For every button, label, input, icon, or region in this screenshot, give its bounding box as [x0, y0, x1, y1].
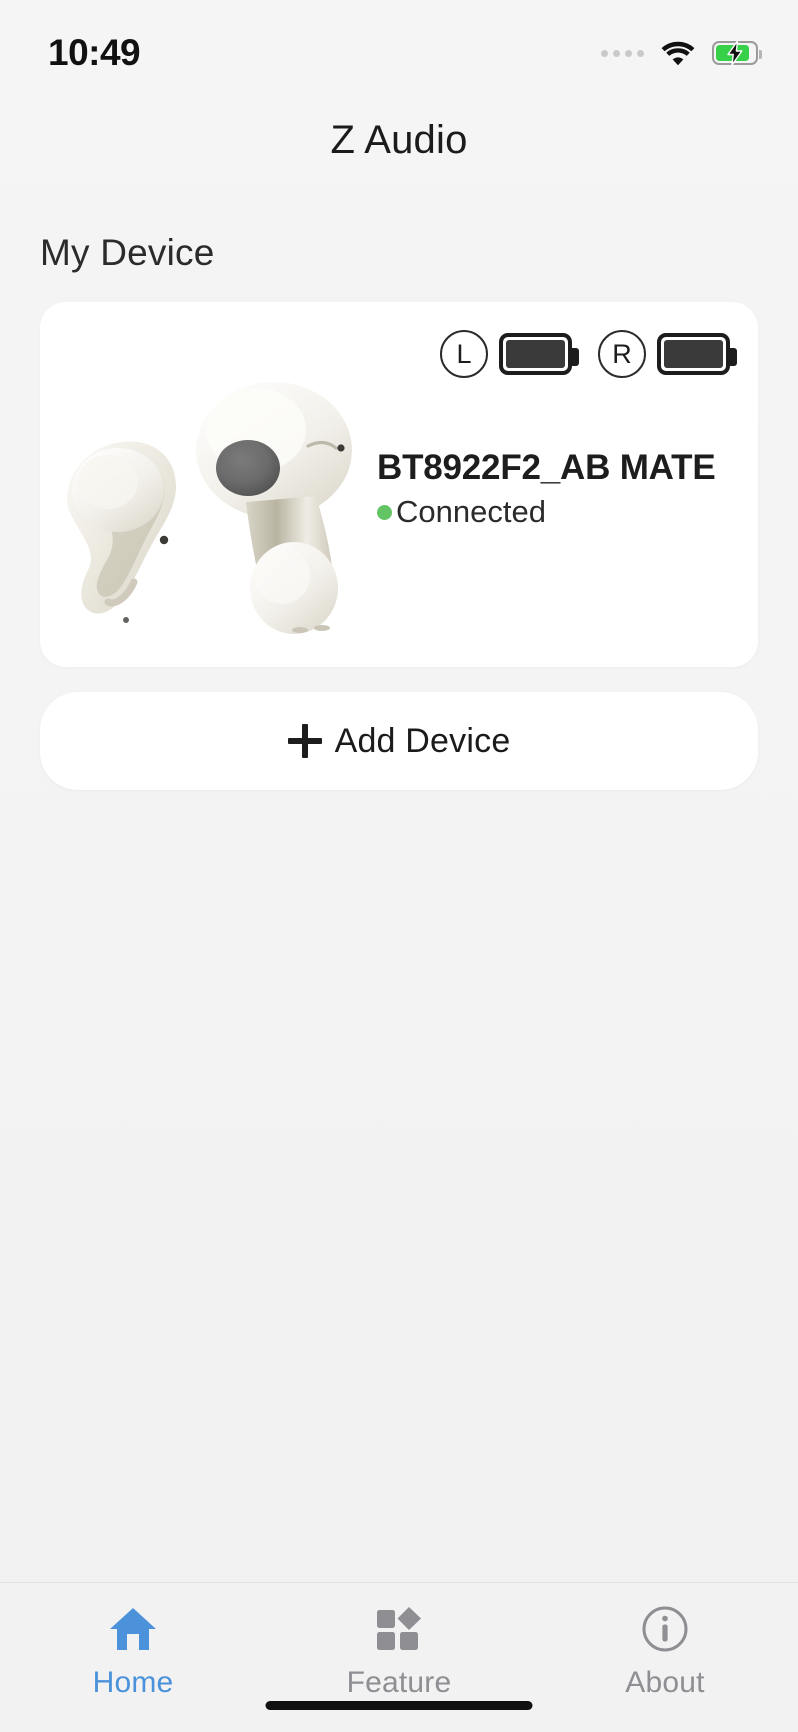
add-device-button[interactable]: Add Device: [40, 692, 758, 790]
home-icon: [107, 1605, 159, 1653]
battery-indicators: L R: [440, 330, 737, 378]
device-card[interactable]: L R BT8922F2_AB MATE Connected: [40, 302, 758, 667]
battery-indicator-left: L: [440, 330, 579, 378]
app-screen: 10:49 Z Audio My Device L R BT8922F2_AB …: [0, 0, 798, 1732]
info-circle-icon: [639, 1605, 691, 1653]
grid-shapes-icon: [373, 1605, 425, 1653]
tab-feature-label: Feature: [346, 1666, 452, 1699]
status-bar: 10:49: [0, 0, 798, 92]
device-status-label: Connected: [396, 494, 546, 529]
section-title-my-device: My Device: [40, 232, 215, 273]
battery-indicator-right: R: [598, 330, 737, 378]
tab-home[interactable]: Home: [0, 1605, 266, 1700]
home-indicator[interactable]: [265, 1701, 533, 1710]
battery-charging-icon: [712, 41, 762, 65]
navigation-bar: Z Audio: [0, 92, 798, 188]
plus-icon: [287, 724, 322, 758]
status-badge: Connected: [377, 494, 546, 530]
tab-about[interactable]: About: [532, 1605, 798, 1700]
add-device-label: Add Device: [334, 721, 511, 760]
tab-home-label: Home: [92, 1666, 174, 1699]
status-bar-time: 10:49: [48, 32, 141, 73]
tab-about-label: About: [625, 1666, 705, 1699]
page-title: Z Audio: [330, 117, 468, 162]
status-bar-indicators: [601, 40, 762, 66]
main-content: My Device L R BT8922F2_AB MATE Connected…: [0, 188, 798, 1582]
left-side-label: L: [440, 330, 488, 378]
signal-dots-icon: [601, 49, 644, 57]
tab-feature[interactable]: Feature: [266, 1605, 532, 1700]
earbuds-photo: [67, 382, 352, 634]
status-dot-icon: [377, 504, 392, 520]
wifi-icon: [661, 40, 695, 66]
lightning-bolt-icon: [727, 41, 743, 65]
battery-icon-left: [499, 333, 579, 375]
device-name: BT8922F2_AB MATE: [377, 448, 716, 487]
right-side-label: R: [598, 330, 646, 378]
battery-icon-right: [657, 333, 737, 375]
